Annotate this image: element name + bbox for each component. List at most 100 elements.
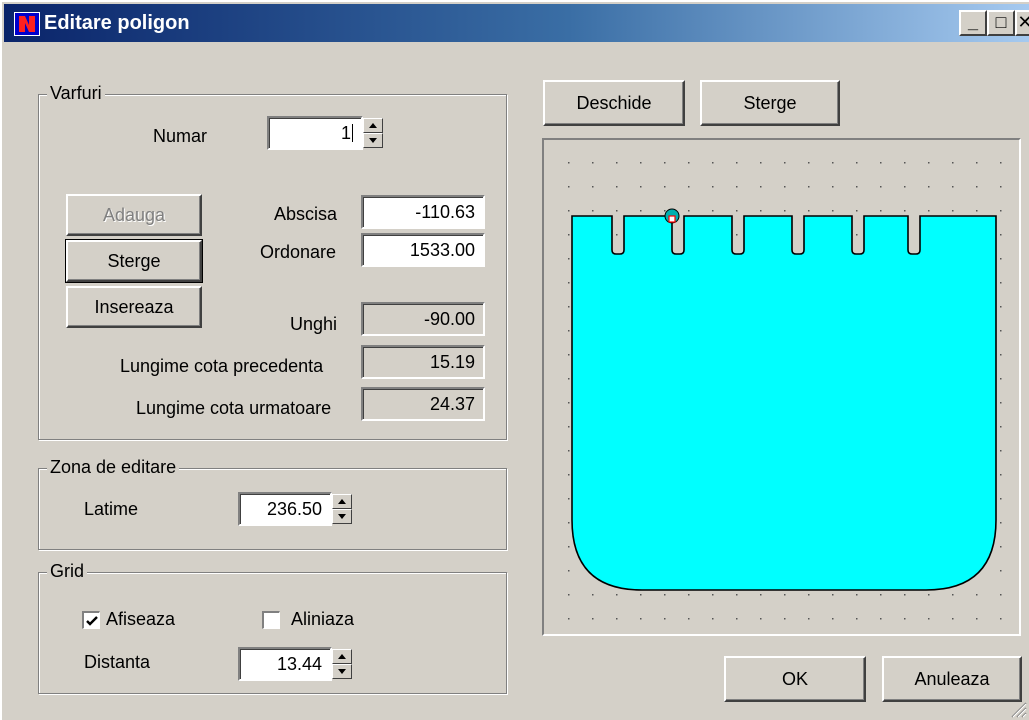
open-button[interactable]: Deschide [543, 80, 685, 126]
dialog-window: Editare poligon _ □ ✕ Varfuri Numar 1 Ad… [0, 0, 1029, 720]
grid-dot [784, 210, 786, 212]
grid-dot [784, 618, 786, 620]
grid-dot [568, 570, 570, 572]
numar-spinner[interactable] [363, 118, 383, 148]
polygon-shape[interactable] [571, 215, 997, 591]
spin-down-button[interactable] [363, 133, 383, 148]
grid-dot [1000, 570, 1002, 572]
varfuri-legend: Varfuri [47, 83, 105, 104]
title-bar[interactable]: Editare poligon _ □ ✕ [4, 4, 1029, 42]
arrow-up-icon [369, 123, 377, 128]
resize-grip-icon[interactable] [1009, 700, 1027, 718]
abscisa-input[interactable]: -110.63 [361, 195, 485, 229]
grid-dot [904, 594, 906, 596]
grid-dot [784, 186, 786, 188]
grid-dot [1000, 234, 1002, 236]
grid-dot [904, 618, 906, 620]
close-button[interactable]: ✕ [1015, 10, 1029, 36]
grid-dot [952, 210, 954, 212]
grid-dot [880, 186, 882, 188]
prev-length-label: Lungime cota precedenta [120, 356, 324, 376]
grid-dot [832, 162, 834, 164]
grid-dot [976, 186, 978, 188]
grid-dot [976, 594, 978, 596]
grid-dot [568, 450, 570, 452]
grid-dot [760, 210, 762, 212]
grid-dot [976, 618, 978, 620]
grid-dot [760, 162, 762, 164]
ordonare-input[interactable]: 1533.00 [361, 233, 485, 267]
distanta-input[interactable]: 13.44 [238, 647, 332, 681]
ok-button[interactable]: OK [724, 656, 866, 702]
afiseaza-label[interactable]: Afiseaza [106, 609, 175, 630]
maximize-button[interactable]: □ [987, 10, 1015, 36]
grid-dot [1000, 162, 1002, 164]
grid-dot [1000, 450, 1002, 452]
grid-dot [688, 594, 690, 596]
spin-up-button[interactable] [332, 494, 352, 509]
grid-dot [568, 282, 570, 284]
numar-input[interactable]: 1 [267, 116, 363, 150]
grid-dot [928, 594, 930, 596]
grid-dot [568, 426, 570, 428]
grid-dot [1000, 354, 1002, 356]
grid-dot [568, 210, 570, 212]
grid-dot [784, 162, 786, 164]
grid-dot [1000, 330, 1002, 332]
distanta-spinner[interactable] [332, 649, 352, 679]
grid-dot [688, 618, 690, 620]
grid-dot [592, 594, 594, 596]
grid-dot [856, 186, 858, 188]
spin-up-button[interactable] [332, 649, 352, 664]
cancel-button[interactable]: Anuleaza [882, 656, 1022, 702]
ordonare-label: Ordonare [260, 242, 337, 262]
grid-dot [1000, 546, 1002, 548]
grid-dot [928, 210, 930, 212]
delete-vertex-button[interactable]: Sterge [65, 239, 203, 283]
grid-dot [568, 354, 570, 356]
grid-dot [688, 186, 690, 188]
grid-dot [712, 594, 714, 596]
latime-spinner[interactable] [332, 494, 352, 524]
spin-down-button[interactable] [332, 509, 352, 524]
grid-dot [688, 162, 690, 164]
app-logo-icon[interactable] [14, 12, 40, 36]
grid-dot [952, 618, 954, 620]
grid-dot [664, 210, 666, 212]
aliniaza-label[interactable]: Aliniaza [291, 609, 354, 630]
grid-dot [712, 162, 714, 164]
grid-dot [568, 474, 570, 476]
polygon-canvas[interactable] [542, 138, 1021, 636]
distanta-label: Distanta [84, 652, 151, 672]
grid-dot [976, 162, 978, 164]
grid-dot [1000, 522, 1002, 524]
insert-vertex-button[interactable]: Insereaza [66, 286, 202, 328]
grid-dot [568, 162, 570, 164]
grid-dot [760, 186, 762, 188]
grid-dot [1000, 474, 1002, 476]
latime-input[interactable]: 236.50 [238, 492, 332, 526]
aliniaza-checkbox[interactable] [262, 611, 280, 629]
grid-dot [616, 210, 618, 212]
add-vertex-button[interactable]: Adauga [66, 194, 202, 236]
afiseaza-checkbox[interactable] [82, 611, 100, 629]
grid-dot [904, 210, 906, 212]
grid-dot [880, 594, 882, 596]
vertex-handle[interactable] [668, 215, 676, 223]
grid-dot [1000, 378, 1002, 380]
spin-up-button[interactable] [363, 118, 383, 133]
grid-dot [640, 186, 642, 188]
grid-dot [952, 162, 954, 164]
spin-down-button[interactable] [332, 664, 352, 679]
grid-dot [736, 594, 738, 596]
grid-dot [832, 186, 834, 188]
next-length-value: 24.37 [361, 387, 485, 421]
grid-dot [904, 186, 906, 188]
grid-dot [1000, 618, 1002, 620]
grid-dot [904, 162, 906, 164]
clear-button[interactable]: Sterge [700, 80, 840, 126]
grid-dot [808, 162, 810, 164]
polygon-drawing[interactable] [544, 140, 1019, 634]
grid-dot [616, 234, 618, 236]
minimize-button[interactable]: _ [959, 10, 987, 36]
